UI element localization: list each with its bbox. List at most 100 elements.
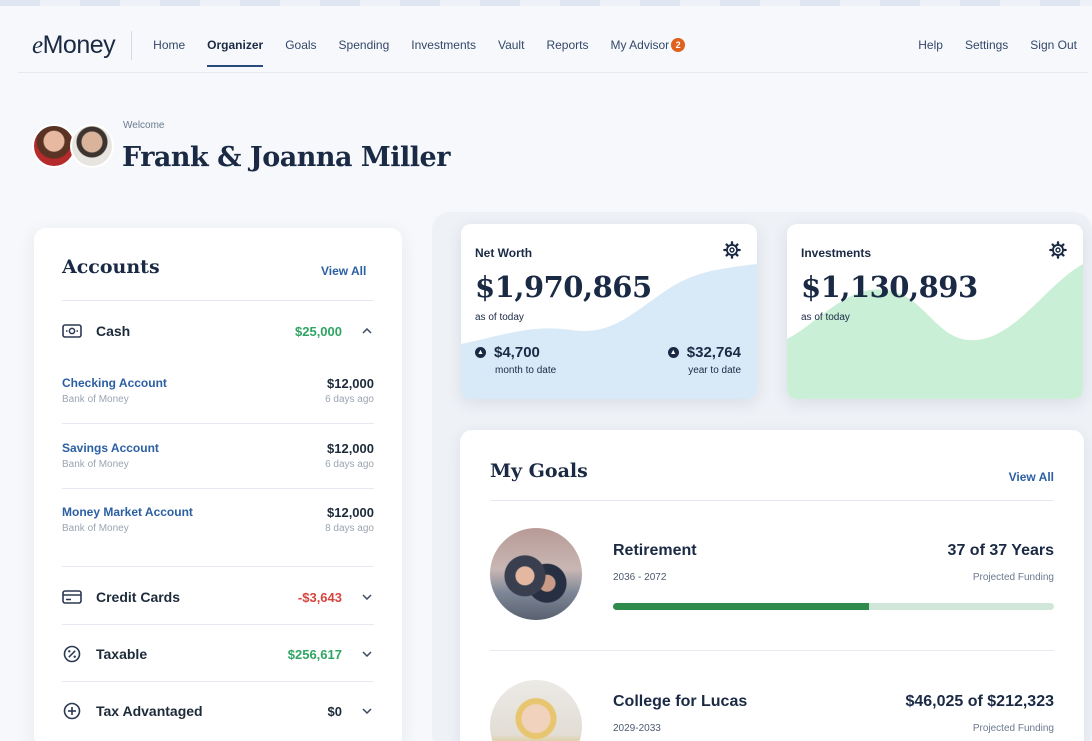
- welcome-label: Welcome: [123, 120, 165, 131]
- goal-funding-label: Projected Funding: [972, 723, 1054, 734]
- account-name[interactable]: Money Market Account: [62, 505, 193, 519]
- cash-label: Cash: [96, 323, 131, 339]
- logo-text: Money: [42, 30, 116, 59]
- chevron-up-icon[interactable]: [360, 325, 374, 337]
- divider: [62, 488, 374, 489]
- account-checking[interactable]: Checking Account Bank of Money $12,000 6…: [62, 376, 374, 412]
- nav-organizer[interactable]: Organizer: [196, 18, 274, 73]
- nav-reports[interactable]: Reports: [535, 18, 599, 73]
- account-category-cash[interactable]: Cash $25,000: [62, 319, 374, 343]
- nav-spending[interactable]: Spending: [328, 18, 401, 73]
- main-nav: Home Organizer Goals Spending Investment…: [142, 18, 696, 73]
- cash-icon: [62, 322, 82, 340]
- account-updated: 6 days ago: [325, 394, 374, 405]
- top-navigation-bar: eMoney Home Organizer Goals Spending Inv…: [18, 18, 1088, 73]
- divider: [62, 681, 374, 682]
- goal-years: 2029-2033: [613, 723, 661, 734]
- divider: [490, 650, 1054, 651]
- tax-advantaged-amount: $0: [327, 703, 342, 719]
- utility-nav: Help Settings Sign Out: [907, 18, 1088, 73]
- goal-funding-amount: $46,025 of $212,323: [905, 693, 1054, 710]
- plus-circle-icon: [62, 702, 82, 720]
- year-to-date-change: ▲ $32,764 year to date: [667, 344, 741, 376]
- divider: [62, 423, 374, 424]
- investments-value: $1,130,893: [801, 270, 978, 304]
- my-goals-card: My Goals View All Retirement 2036 - 2072…: [460, 430, 1084, 741]
- account-category-credit-cards[interactable]: Credit Cards -$3,643: [62, 585, 374, 609]
- year-to-date-label: year to date: [688, 365, 741, 376]
- college-goal-photo[interactable]: [490, 680, 582, 741]
- account-updated: 6 days ago: [325, 459, 374, 470]
- goal-name[interactable]: College for Lucas: [613, 693, 747, 711]
- gear-icon[interactable]: [723, 241, 741, 259]
- net-worth-as-of: as of today: [475, 312, 524, 323]
- goal-progress-bar: [613, 603, 1054, 610]
- account-updated: 8 days ago: [325, 523, 374, 534]
- net-worth-value: $1,970,865: [475, 270, 652, 304]
- chevron-down-icon[interactable]: [360, 705, 374, 717]
- month-to-date-value: $4,700: [494, 344, 540, 361]
- net-worth-title: Net Worth: [475, 246, 533, 260]
- goal-progress-fill: [613, 603, 869, 610]
- arrow-up-icon: ▲: [475, 347, 486, 358]
- account-amount: $12,000: [327, 376, 374, 391]
- goal-funding-amount: 37 of 37 Years: [947, 542, 1054, 559]
- credit-cards-label: Credit Cards: [96, 589, 181, 605]
- account-name[interactable]: Savings Account: [62, 441, 159, 455]
- divider: [62, 566, 374, 567]
- goals-view-all-link[interactable]: View All: [1009, 470, 1054, 484]
- account-amount: $12,000: [327, 441, 374, 456]
- nav-home[interactable]: Home: [142, 18, 196, 73]
- account-bank: Bank of Money: [62, 394, 129, 405]
- chevron-down-icon[interactable]: [360, 591, 374, 603]
- avatar-frank: [70, 124, 114, 168]
- chevron-down-icon[interactable]: [360, 648, 374, 660]
- advisor-notification-badge: 2: [671, 38, 686, 52]
- net-worth-card[interactable]: Net Worth $1,970,865 as of today ▲ $4,700…: [461, 224, 757, 399]
- nav-investments[interactable]: Investments: [400, 18, 487, 73]
- divider: [62, 624, 374, 625]
- credit-cards-amount: -$3,643: [297, 589, 342, 605]
- emoney-logo[interactable]: eMoney: [18, 30, 133, 60]
- accounts-title: Accounts: [62, 256, 160, 278]
- nav-help[interactable]: Help: [907, 18, 954, 73]
- nav-vault[interactable]: Vault: [487, 18, 535, 73]
- nav-settings[interactable]: Settings: [954, 18, 1019, 73]
- account-category-tax-advantaged[interactable]: Tax Advantaged $0: [62, 699, 374, 723]
- retirement-goal-photo[interactable]: [490, 528, 582, 620]
- account-bank: Bank of Money: [62, 523, 129, 534]
- account-name[interactable]: Checking Account: [62, 376, 167, 390]
- account-bank: Bank of Money: [62, 459, 129, 470]
- investments-as-of: as of today: [801, 312, 850, 323]
- logo-e: e: [32, 31, 43, 59]
- nav-sign-out[interactable]: Sign Out: [1019, 18, 1088, 73]
- divider: [490, 500, 1054, 501]
- nav-my-advisor-label: My Advisor: [610, 38, 670, 52]
- gear-icon[interactable]: [1049, 241, 1067, 259]
- account-category-taxable[interactable]: Taxable $256,617: [62, 642, 374, 666]
- month-to-date-label: month to date: [495, 365, 557, 376]
- nav-goals[interactable]: Goals: [274, 18, 327, 73]
- my-goals-title: My Goals: [490, 460, 588, 482]
- top-strip: [0, 0, 1092, 6]
- arrow-up-icon: ▲: [667, 347, 679, 358]
- accounts-view-all-link[interactable]: View All: [321, 264, 366, 278]
- taxable-amount: $256,617: [287, 646, 342, 662]
- welcome-name: Frank & Joanna Miller: [122, 142, 450, 173]
- taxable-label: Taxable: [96, 646, 148, 662]
- goal-name[interactable]: Retirement: [613, 542, 697, 560]
- year-to-date-value: $32,764: [686, 344, 741, 361]
- cash-amount: $25,000: [295, 323, 342, 339]
- user-avatars: [32, 124, 116, 170]
- month-to-date-change: ▲ $4,700 month to date: [475, 344, 556, 376]
- goal-funding-label: Projected Funding: [972, 572, 1054, 583]
- account-money-market[interactable]: Money Market Account Bank of Money $12,0…: [62, 505, 374, 541]
- nav-my-advisor[interactable]: My Advisor 2: [599, 18, 696, 73]
- divider: [62, 300, 374, 301]
- investments-card[interactable]: Investments $1,130,893 as of today: [787, 224, 1083, 399]
- accounts-card: Accounts View All Cash $25,000 Checking …: [34, 228, 402, 741]
- investments-title: Investments: [801, 246, 872, 260]
- account-amount: $12,000: [327, 505, 374, 520]
- goal-years: 2036 - 2072: [613, 572, 667, 583]
- account-savings[interactable]: Savings Account Bank of Money $12,000 6 …: [62, 441, 374, 477]
